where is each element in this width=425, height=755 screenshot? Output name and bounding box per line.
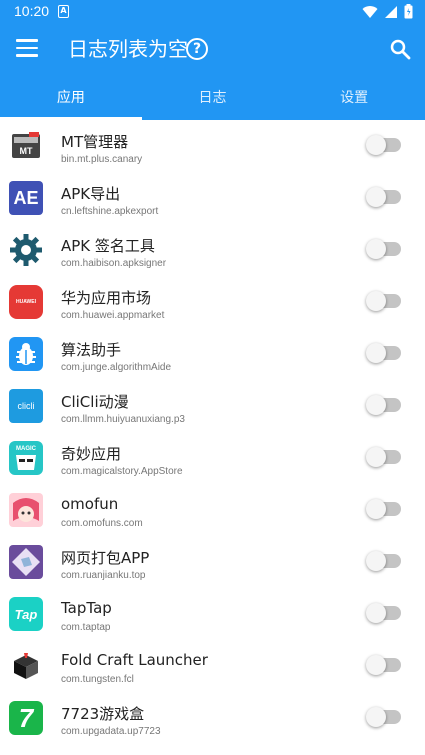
app-name: MT管理器 xyxy=(61,133,129,151)
status-bar: 10:20 A xyxy=(0,0,425,24)
apk-export-icon: AE xyxy=(9,181,43,215)
enable-switch[interactable] xyxy=(366,551,401,571)
status-time: 10:20 xyxy=(14,3,50,19)
tab-settings[interactable]: 设置 xyxy=(283,76,425,120)
list-item[interactable]: HUAWEI 华为应用市场 com.huawei.appmarket xyxy=(0,276,425,328)
app-package: com.huawei.appmarket xyxy=(61,310,165,321)
list-item[interactable]: 7 7723游戏盒 com.upgadata.up7723 xyxy=(0,692,425,744)
app-package: com.taptap xyxy=(61,622,111,633)
list-item[interactable]: 网页打包APP com.ruanjianku.top xyxy=(0,536,425,588)
app-name: 华为应用市场 xyxy=(61,289,152,307)
enable-switch[interactable] xyxy=(366,135,401,155)
app-name: 算法助手 xyxy=(61,341,122,359)
app-bar: 日志列表为空 ? xyxy=(0,24,425,76)
app-name: TapTap xyxy=(61,599,112,617)
app-name: APK导出 xyxy=(61,185,121,203)
help-icon[interactable]: ? xyxy=(186,38,208,60)
app-package: com.ruanjianku.top xyxy=(61,570,146,581)
enable-switch[interactable] xyxy=(366,603,401,623)
bug-icon xyxy=(9,337,43,371)
list-item[interactable]: Fold Craft Launcher com.tungsten.fcl xyxy=(0,640,425,692)
wifi-icon xyxy=(362,5,378,18)
list-item[interactable]: AE APK导出 cn.leftshine.apkexport xyxy=(0,172,425,224)
omofun-icon xyxy=(9,493,43,527)
app-name: 奇妙应用 xyxy=(61,445,122,463)
fcl-icon xyxy=(9,649,43,683)
app-name: APK 签名工具 xyxy=(61,237,155,255)
app-package: com.haibison.apksigner xyxy=(61,258,167,269)
gear-icon xyxy=(9,233,43,267)
app-package: bin.mt.plus.canary xyxy=(61,154,143,165)
enable-switch[interactable] xyxy=(366,447,401,467)
tab-apps[interactable]: 应用 xyxy=(0,76,142,120)
list-item[interactable]: omofun com.omofuns.com xyxy=(0,484,425,536)
app-name: CliCli动漫 xyxy=(61,393,129,411)
menu-icon[interactable] xyxy=(16,39,38,57)
app-name: omofun xyxy=(61,495,119,513)
taptap-icon: Tap xyxy=(9,597,43,631)
enable-switch[interactable] xyxy=(366,707,401,727)
app-name: Fold Craft Launcher xyxy=(61,651,208,669)
app-list: MT MT管理器 bin.mt.plus.canary AE APK导出 cn.… xyxy=(0,120,425,755)
svg-text:MT: MT xyxy=(20,146,33,156)
enable-switch[interactable] xyxy=(366,291,401,311)
app-package: com.tungsten.fcl xyxy=(61,674,134,685)
signal-icon xyxy=(385,5,397,18)
list-item[interactable]: clicli CliCli动漫 com.llmm.huiyuanuxiang.p… xyxy=(0,380,425,432)
app-package: com.magicalstory.AppStore xyxy=(61,466,183,477)
enable-switch[interactable] xyxy=(366,239,401,259)
enable-switch[interactable] xyxy=(366,395,401,415)
app-package: com.omofuns.com xyxy=(61,518,143,529)
search-icon[interactable] xyxy=(389,38,411,60)
app-package: com.upgadata.up7723 xyxy=(61,726,161,737)
app-name: 网页打包APP xyxy=(61,549,150,567)
svg-text:MAGIC: MAGIC xyxy=(16,446,37,452)
enable-switch[interactable] xyxy=(366,343,401,363)
7723-icon: 7 xyxy=(9,701,43,735)
app-package: com.llmm.huiyuanuxiang.p3 xyxy=(61,414,185,425)
web-pack-icon xyxy=(9,545,43,579)
list-item[interactable]: APK 签名工具 com.haibison.apksigner xyxy=(0,224,425,276)
status-icons xyxy=(362,4,413,19)
list-item[interactable]: MT MT管理器 bin.mt.plus.canary xyxy=(0,120,425,172)
clicli-icon: clicli xyxy=(9,389,43,423)
huawei-icon: HUAWEI xyxy=(9,285,43,319)
sim-icon: A xyxy=(58,5,69,18)
magic-icon: MAGIC xyxy=(9,441,43,475)
list-item[interactable]: 算法助手 com.junge.algorithmAide xyxy=(0,328,425,380)
enable-switch[interactable] xyxy=(366,499,401,519)
app-name: 7723游戏盒 xyxy=(61,705,145,723)
battery-icon xyxy=(404,4,413,19)
app-package: cn.leftshine.apkexport xyxy=(61,206,159,217)
mt-manager-icon: MT xyxy=(9,129,43,163)
enable-switch[interactable] xyxy=(366,655,401,675)
enable-switch[interactable] xyxy=(366,187,401,207)
list-item[interactable]: Tap TapTap com.taptap xyxy=(0,588,425,640)
page-title: 日志列表为空 xyxy=(68,37,188,61)
tab-logs[interactable]: 日志 xyxy=(142,76,284,120)
app-package: com.junge.algorithmAide xyxy=(61,362,172,373)
tab-bar: 应用 日志 设置 xyxy=(0,76,425,120)
list-item[interactable]: MAGIC 奇妙应用 com.magicalstory.AppStore xyxy=(0,432,425,484)
